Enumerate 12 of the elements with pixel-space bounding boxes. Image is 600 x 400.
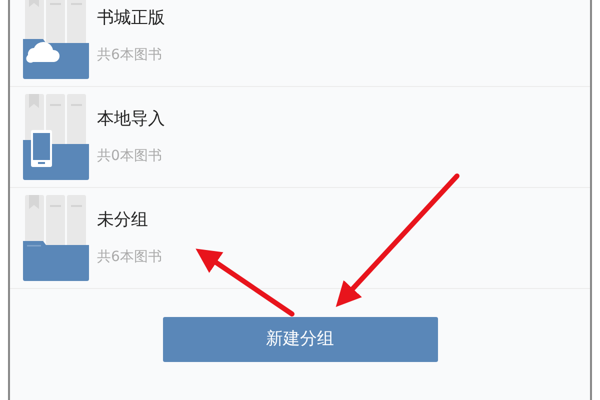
book-count: 共6本图书 bbox=[97, 46, 163, 66]
book-count: 共6本图书 bbox=[97, 248, 162, 268]
folder-icon bbox=[23, 195, 89, 281]
new-group-button[interactable]: 新建分组 bbox=[162, 317, 438, 362]
group-name: 未分组 bbox=[97, 208, 149, 232]
group-row[interactable]: 本地导入 共0本图书 bbox=[10, 87, 590, 188]
group-row[interactable]: 未分组 共6本图书 bbox=[10, 188, 590, 289]
group-name: 书城正版 bbox=[97, 6, 165, 30]
group-name: 本地导入 bbox=[97, 108, 165, 131]
phone-folder-icon bbox=[23, 94, 89, 180]
group-row[interactable]: 书城正版 共6本图书 bbox=[10, 0, 590, 87]
book-count: 共0本图书 bbox=[97, 147, 163, 166]
